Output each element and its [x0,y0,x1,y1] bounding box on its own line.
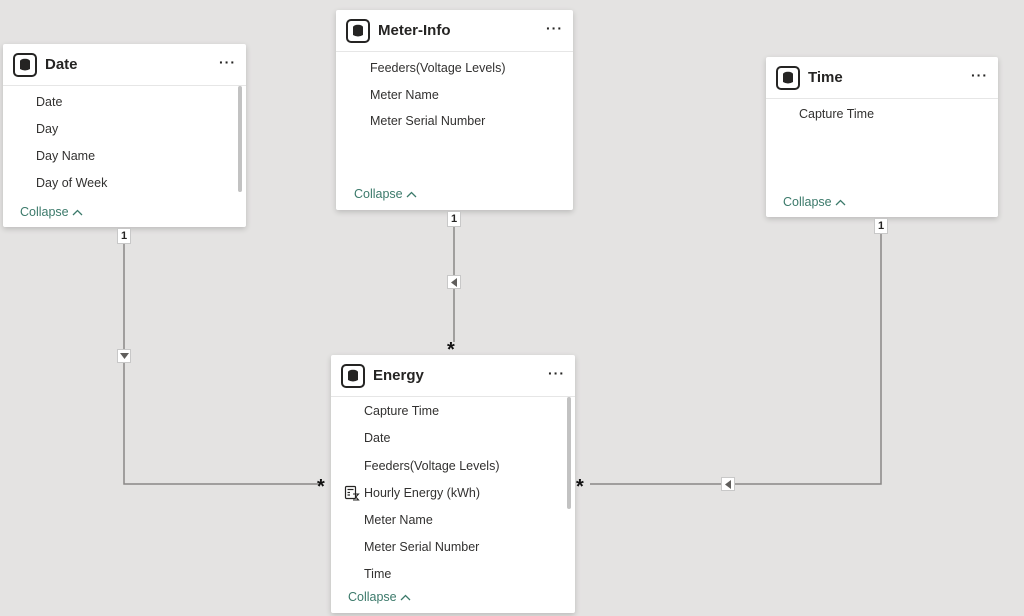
table-icon [13,52,37,77]
field-item[interactable]: Meter Serial Number [364,540,479,554]
more-options-icon[interactable]: ··· [219,55,236,69]
field-item[interactable]: Date [36,95,62,109]
triangle-left-icon[interactable] [447,275,461,289]
field-item[interactable]: Meter Name [370,88,439,102]
chevron-up-icon [400,590,411,604]
cardinality-many-time: * [576,476,584,498]
collapse-label: Collapse [783,195,832,209]
triangle-left-icon[interactable] [721,477,735,491]
chevron-up-icon [406,187,417,201]
table-header[interactable]: Meter-Info ··· [336,10,573,52]
field-item[interactable]: Hourly Energy (kWh) [364,486,480,500]
table-title: Time [808,69,843,86]
table-icon [346,18,370,43]
field-item[interactable]: Day of Week [36,176,107,190]
collapse-label: Collapse [20,205,69,219]
more-options-icon[interactable]: ··· [548,366,565,380]
field-item[interactable]: Date [364,431,390,445]
relationship-line-date-energy [123,243,320,485]
field-item[interactable]: Day [36,122,58,136]
cardinality-many-meter-info: * [447,339,455,361]
measure-calculator-icon [344,485,360,506]
table-header[interactable]: Date ··· [3,44,246,86]
field-item[interactable]: Feeders(Voltage Levels) [370,61,506,75]
collapse-label: Collapse [348,590,397,604]
cardinality-many-date: * [317,476,325,498]
table-header[interactable]: Time ··· [766,57,998,99]
chevron-up-icon [835,195,846,209]
field-item[interactable]: Meter Name [364,513,433,527]
field-item[interactable]: Day Name [36,149,95,163]
table-title: Energy [373,367,424,384]
collapse-button[interactable]: Collapse [348,590,411,604]
more-options-icon[interactable]: ··· [971,68,988,82]
collapse-button[interactable]: Collapse [783,195,846,209]
table-card-time[interactable]: Time ··· Capture Time Collapse [766,57,998,217]
table-header[interactable]: Energy ··· [331,355,575,397]
field-item[interactable]: Time [364,567,391,581]
field-item[interactable]: Capture Time [799,107,874,121]
triangle-down-icon[interactable] [117,349,131,363]
chevron-up-icon [72,205,83,219]
more-options-icon[interactable]: ··· [546,21,563,35]
table-icon [341,363,365,388]
relationship-line-time-energy [590,233,882,485]
scrollbar[interactable] [567,397,571,509]
collapse-button[interactable]: Collapse [20,205,83,219]
cardinality-one-date: 1 [117,228,131,244]
table-card-energy[interactable]: Energy ··· Capture Time Date Feeders(Vol… [331,355,575,613]
collapse-label: Collapse [354,187,403,201]
field-item[interactable]: Meter Serial Number [370,114,485,128]
field-item[interactable]: Feeders(Voltage Levels) [364,459,500,473]
table-icon [776,65,800,90]
table-card-meter-info[interactable]: Meter-Info ··· Feeders(Voltage Levels) M… [336,10,573,210]
scrollbar[interactable] [238,86,242,192]
table-title: Date [45,56,78,73]
field-item[interactable]: Capture Time [364,404,439,418]
cardinality-one-meter-info: 1 [447,211,461,227]
cardinality-one-time: 1 [874,218,888,234]
collapse-button[interactable]: Collapse [354,187,417,201]
table-card-date[interactable]: Date ··· Date Day Day Name Day of Week C… [3,44,246,227]
table-title: Meter-Info [378,22,451,39]
